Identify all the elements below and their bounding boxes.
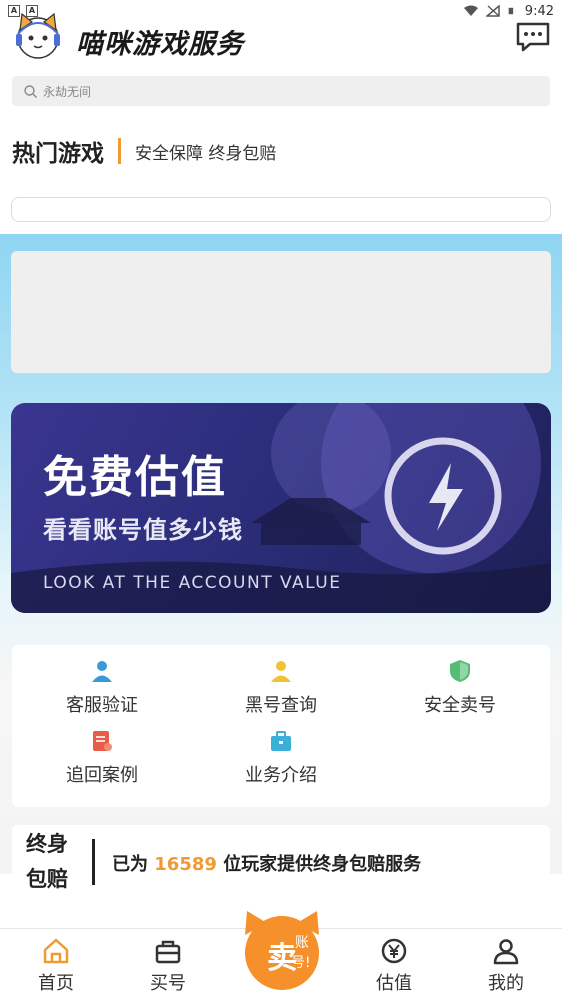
nav-label: 估值 <box>376 973 412 994</box>
guarantee-prefix: 已为 <box>112 854 148 875</box>
shopping-bag-icon <box>155 940 181 964</box>
shield-icon <box>450 660 470 682</box>
banner-english: LOOK AT THE ACCOUNT VALUE <box>43 573 342 593</box>
nav-label: 首页 <box>38 973 74 994</box>
user-search-icon <box>271 661 291 682</box>
service-label: 安全卖号 <box>424 695 496 716</box>
service-label: 黑号查询 <box>245 695 317 716</box>
service-label: 追回案例 <box>66 765 138 786</box>
service-business-intro[interactable]: 业务介绍 <box>191 729 371 787</box>
cat-logo-icon <box>16 12 60 59</box>
hot-games-header: 热门游戏 安全保障 终身包赔 <box>12 133 276 169</box>
service-blacklist-check[interactable]: 黑号查询 <box>191 659 371 717</box>
game-list[interactable] <box>11 197 551 222</box>
nav-label: 我的 <box>488 973 524 994</box>
app-header: 喵咪游戏服务 <box>0 0 562 70</box>
search-bar[interactable]: 永劫无间 <box>12 76 550 106</box>
user-icon <box>493 939 519 965</box>
search-icon <box>24 84 37 98</box>
nav-mine[interactable]: 我的 <box>466 937 546 995</box>
carousel-placeholder[interactable] <box>11 251 551 373</box>
service-label: 客服验证 <box>66 695 138 716</box>
search-placeholder: 永劫无间 <box>43 84 92 99</box>
hot-games-title: 热门游戏 <box>12 141 104 167</box>
guarantee-text: 已为 16589 位玩家提供终身包赔服务 <box>112 850 421 876</box>
service-label: 业务介绍 <box>245 765 317 786</box>
free-valuation-banner[interactable]: 免费估值 看看账号值多少钱 LOOK AT THE ACCOUNT VALUE <box>11 403 551 613</box>
sell-account-button[interactable]: 卖 账 号! <box>237 905 327 990</box>
divider <box>118 138 121 164</box>
sell-char-small: 号! <box>291 955 311 971</box>
service-safe-sell[interactable]: 安全卖号 <box>370 659 550 717</box>
sell-char-small: 账 <box>295 935 309 951</box>
document-icon <box>93 731 112 751</box>
guarantee-count: 16589 <box>154 854 217 875</box>
guarantee-suffix: 位玩家提供终身包赔服务 <box>223 854 422 875</box>
message-icon[interactable] <box>516 22 550 52</box>
briefcase-icon <box>271 731 291 751</box>
guarantee-card: 终身包赔 已为 16589 位玩家提供终身包赔服务 <box>12 825 550 899</box>
services-grid: 客服验证 黑号查询 安全卖号 追回案例 业务介绍 <box>12 645 550 807</box>
service-recovery-cases[interactable]: 追回案例 <box>12 729 192 787</box>
hot-games-subtitle: 安全保障 终身包赔 <box>135 143 277 164</box>
banner-title: 免费估值 <box>43 452 227 503</box>
divider <box>92 839 95 885</box>
home-icon <box>43 938 69 964</box>
service-customer-verify[interactable]: 客服验证 <box>12 659 192 717</box>
nav-value[interactable]: 估值 <box>354 937 434 995</box>
nav-label: 买号 <box>150 973 186 994</box>
nav-home[interactable]: 首页 <box>16 937 96 995</box>
yen-icon <box>381 938 407 964</box>
app-title: 喵咪游戏服务 <box>76 29 244 60</box>
nav-buy[interactable]: 买号 <box>128 937 208 995</box>
guarantee-label: 终身包赔 <box>26 832 68 891</box>
customer-service-icon <box>92 661 112 682</box>
banner-subtitle: 看看账号值多少钱 <box>43 516 243 544</box>
